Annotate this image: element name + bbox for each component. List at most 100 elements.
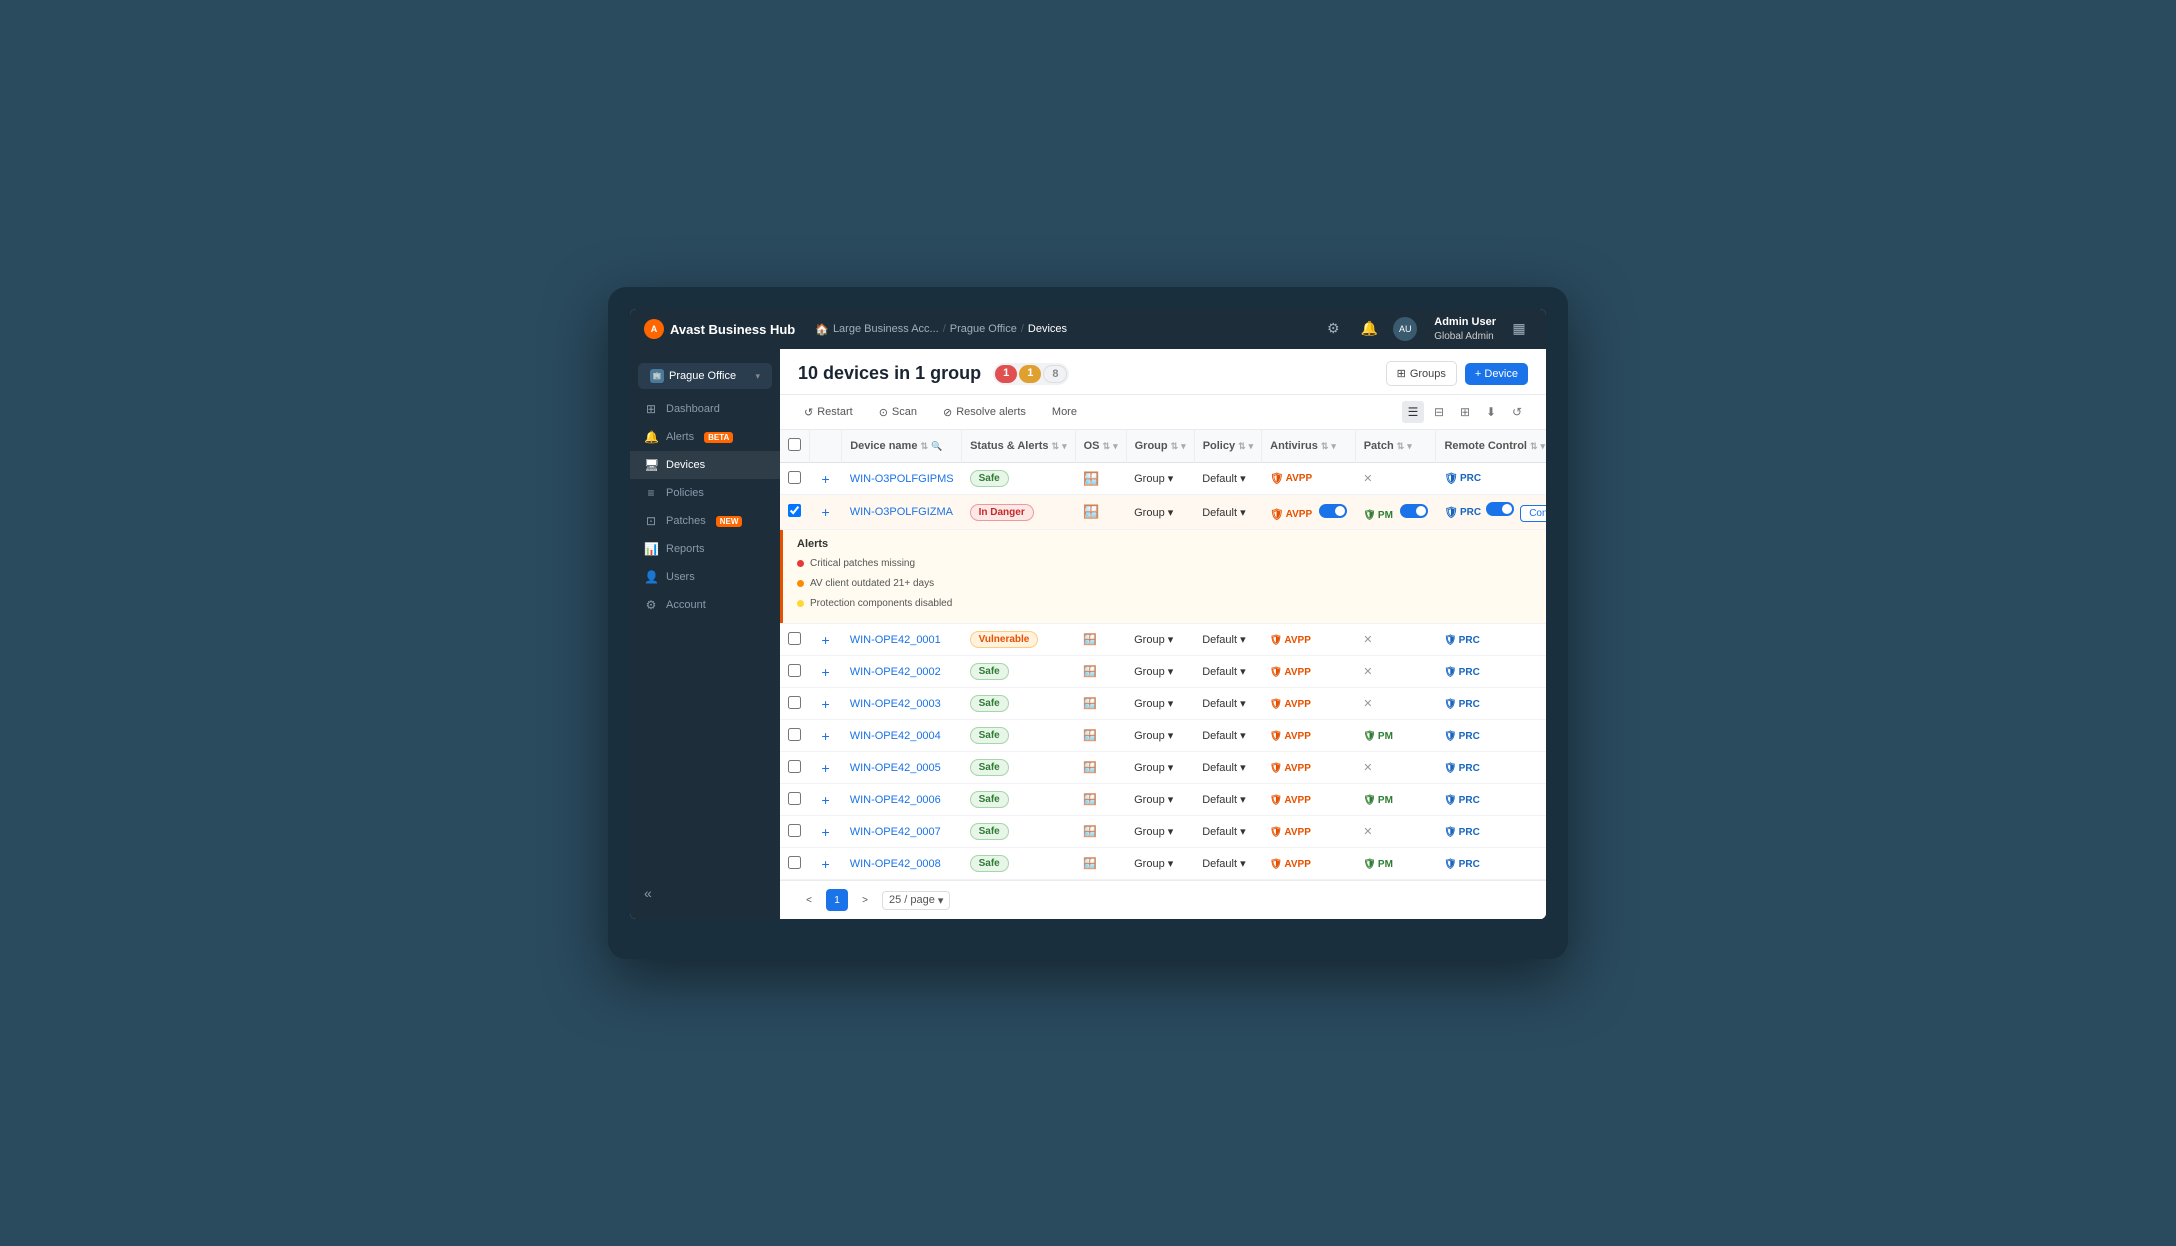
patch-filter-icon[interactable]: ▾ (1407, 441, 1412, 452)
group-select[interactable]: Group ▾ (1134, 858, 1173, 870)
download-icon[interactable]: ⬇ (1480, 401, 1502, 423)
settings-icon[interactable]: ⚙ (1320, 316, 1346, 342)
device-name-link[interactable]: WIN-OPE42_0002 (850, 666, 941, 678)
policy-sort-icon[interactable]: ⇅ (1238, 441, 1246, 452)
sidebar-item-patches[interactable]: ⊡ Patches NEW (630, 507, 780, 535)
breadcrumb-item-1[interactable]: Prague Office (950, 323, 1017, 335)
more-button[interactable]: More (1046, 403, 1083, 421)
status-sort-icon[interactable]: ⇅ (1052, 441, 1060, 452)
antivirus-sort-icon[interactable]: ⇅ (1321, 441, 1329, 452)
row-checkbox[interactable] (788, 504, 801, 517)
device-name-sort-icon[interactable]: ⇅ (920, 441, 928, 452)
th-os[interactable]: OS ⇅ ▾ (1075, 430, 1126, 463)
rc-sort-icon[interactable]: ⇅ (1530, 441, 1538, 452)
groups-button[interactable]: ⊞ Groups (1386, 361, 1457, 386)
page-1-button[interactable]: 1 (826, 889, 848, 911)
policy-filter-icon[interactable]: ▾ (1249, 441, 1254, 452)
resolve-alerts-button[interactable]: ⊘ Resolve alerts (937, 403, 1032, 422)
notifications-icon[interactable]: 🔔 (1356, 316, 1382, 342)
policy-select[interactable]: Default ▾ (1202, 762, 1245, 774)
device-name-link[interactable]: WIN-OPE42_0007 (850, 826, 941, 838)
th-status[interactable]: Status & Alerts ⇅ ▾ (962, 430, 1076, 463)
group-select[interactable]: Group ▾ (1134, 794, 1173, 806)
group-select[interactable]: Group ▾ (1134, 826, 1173, 838)
row-add-button[interactable]: + (818, 632, 834, 648)
grid-view-icon[interactable]: ⊞ (1454, 401, 1476, 423)
per-page-selector[interactable]: 25 / page ▾ (882, 891, 950, 910)
device-name-link[interactable]: WIN-O3POLFGIPMS (850, 473, 954, 485)
th-antivirus[interactable]: Antivirus ⇅ ▾ (1262, 430, 1356, 463)
policy-select[interactable]: Default ▾ (1202, 666, 1245, 678)
device-name-link[interactable]: WIN-OPE42_0006 (850, 794, 941, 806)
patch-toggle[interactable] (1400, 504, 1428, 518)
policy-select[interactable]: Default ▾ (1202, 794, 1245, 806)
os-sort-icon[interactable]: ⇅ (1103, 441, 1111, 452)
rc-filter-icon[interactable]: ▾ (1541, 441, 1546, 452)
row-checkbox[interactable] (788, 632, 801, 645)
device-name-link[interactable]: WIN-OPE42_0005 (850, 762, 941, 774)
patch-sort-icon[interactable]: ⇅ (1397, 441, 1405, 452)
sidebar-item-alerts[interactable]: 🔔 Alerts BETA (630, 423, 780, 451)
os-filter-icon[interactable]: ▾ (1113, 441, 1118, 452)
row-add-button[interactable]: + (818, 728, 834, 744)
group-select[interactable]: Group ▾ (1134, 473, 1173, 485)
policy-select[interactable]: Default ▾ (1202, 858, 1245, 870)
row-add-button[interactable]: + (818, 760, 834, 776)
list-view-icon[interactable]: ☰ (1402, 401, 1424, 423)
sidebar-item-dashboard[interactable]: ⊞ Dashboard (630, 395, 780, 423)
th-device-name[interactable]: Device name ⇅ 🔍 (842, 430, 962, 463)
group-select[interactable]: Group ▾ (1134, 730, 1173, 742)
row-checkbox[interactable] (788, 664, 801, 677)
group-sort-icon[interactable]: ⇅ (1171, 441, 1179, 452)
refresh-icon[interactable]: ↺ (1506, 401, 1528, 423)
select-all-checkbox[interactable] (788, 438, 801, 451)
add-device-button[interactable]: + Device (1465, 363, 1528, 385)
restart-button[interactable]: ↺ Restart (798, 403, 859, 422)
row-checkbox[interactable] (788, 792, 801, 805)
device-name-link[interactable]: WIN-OPE42_0001 (850, 634, 941, 646)
group-filter-icon[interactable]: ▾ (1181, 441, 1186, 452)
device-name-link[interactable]: WIN-OPE42_0004 (850, 730, 941, 742)
th-group[interactable]: Group ⇅ ▾ (1126, 430, 1194, 463)
row-add-button[interactable]: + (818, 664, 834, 680)
group-select[interactable]: Group ▾ (1134, 634, 1173, 646)
prev-page-button[interactable]: < (798, 889, 820, 911)
row-add-button[interactable]: + (818, 504, 834, 520)
group-select[interactable]: Group ▾ (1134, 762, 1173, 774)
row-checkbox[interactable] (788, 760, 801, 773)
group-select[interactable]: Group ▾ (1134, 666, 1173, 678)
next-page-button[interactable]: > (854, 889, 876, 911)
policy-select[interactable]: Default ▾ (1202, 634, 1245, 646)
device-name-filter-icon[interactable]: 🔍 (931, 441, 942, 452)
sidebar-item-users[interactable]: 👤 Users (630, 563, 780, 591)
policy-select[interactable]: Default ▾ (1202, 730, 1245, 742)
row-add-button[interactable]: + (818, 471, 834, 487)
row-add-button[interactable]: + (818, 824, 834, 840)
device-name-link[interactable]: WIN-O3POLFGIZMA (850, 506, 953, 518)
policy-select[interactable]: Default ▾ (1202, 698, 1245, 710)
policy-select[interactable]: Default ▾ (1202, 473, 1245, 485)
row-checkbox[interactable] (788, 824, 801, 837)
rc-toggle[interactable] (1486, 502, 1514, 516)
scan-button[interactable]: ⊙ Scan (873, 403, 923, 422)
sidebar-item-devices[interactable]: 🖥 Devices (630, 451, 780, 479)
antivirus-toggle[interactable] (1319, 504, 1347, 518)
policy-select[interactable]: Default ▾ (1202, 826, 1245, 838)
antivirus-filter-icon[interactable]: ▾ (1331, 441, 1336, 452)
row-checkbox[interactable] (788, 696, 801, 709)
row-add-button[interactable]: + (818, 856, 834, 872)
row-checkbox[interactable] (788, 728, 801, 741)
row-checkbox[interactable] (788, 471, 801, 484)
sidebar-item-policies[interactable]: ≡ Policies (630, 479, 780, 507)
device-name-link[interactable]: WIN-OPE42_0003 (850, 698, 941, 710)
user-icon[interactable]: AU (1392, 316, 1418, 342)
breadcrumb-item-0[interactable]: Large Business Acc... (833, 323, 939, 335)
sidebar-item-reports[interactable]: 📊 Reports (630, 535, 780, 563)
row-add-button[interactable]: + (818, 792, 834, 808)
policy-select[interactable]: Default ▾ (1202, 507, 1245, 519)
row-checkbox[interactable] (788, 856, 801, 869)
barcode-icon[interactable]: ▦ (1506, 316, 1532, 342)
column-view-icon[interactable]: ⊟ (1428, 401, 1450, 423)
device-name-link[interactable]: WIN-OPE42_0008 (850, 858, 941, 870)
sidebar-item-account[interactable]: ⚙ Account (630, 591, 780, 619)
